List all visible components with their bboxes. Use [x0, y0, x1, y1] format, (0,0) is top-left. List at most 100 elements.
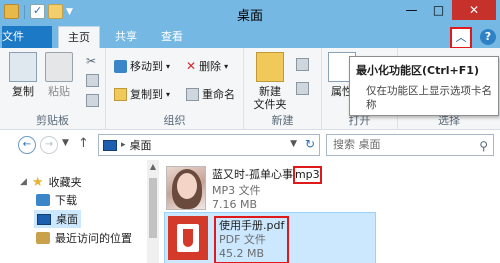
- search-icon[interactable]: ⚲: [479, 136, 488, 156]
- file-type: PDF 文件: [219, 233, 266, 246]
- title-bar: ▼ 桌面 — □ ✕: [0, 0, 500, 26]
- back-button[interactable]: ←: [18, 136, 36, 154]
- forward-button[interactable]: →: [40, 136, 58, 154]
- new-group: 新建 文件夹 新建: [244, 48, 322, 130]
- file-name: 蓝又时-孤单心事 mp3: [212, 166, 322, 184]
- tooltip-body: 仅在功能区上显示选项卡名称: [366, 85, 492, 111]
- file-name: 使用手册.pdf: [219, 219, 285, 232]
- copy-icon: [9, 52, 37, 82]
- new-group-label: 新建: [271, 114, 294, 127]
- arrow-right-icon: →: [44, 139, 54, 150]
- file-list: 蓝又时-孤单心事 mp3 MP3 文件 7.16 MB 使用手册.pdf PDF …: [162, 160, 500, 263]
- help-icon[interactable]: ?: [480, 29, 496, 45]
- new-item-icon: [296, 58, 309, 71]
- up-button[interactable]: ↑: [78, 136, 89, 151]
- desktop-icon: [37, 213, 51, 225]
- maximize-button[interactable]: □: [425, 0, 452, 20]
- nav-scrollbar[interactable]: ▲: [147, 160, 159, 263]
- chevron-up-icon: ︿: [455, 31, 467, 44]
- pdf-icon: [168, 216, 208, 260]
- chevron-down-icon: ▾: [224, 61, 229, 71]
- ribbon-tabs: 文件 主页 共享 查看 ︿ ?: [0, 26, 500, 49]
- paste-button[interactable]: 粘贴: [42, 52, 76, 98]
- file-size: 45.2 MB: [219, 247, 265, 260]
- search-placeholder: 搜索 桌面: [333, 138, 381, 151]
- rename-button[interactable]: 重命名: [186, 86, 235, 102]
- file-type: MP3 文件: [212, 184, 261, 197]
- copy-path-button[interactable]: [86, 74, 99, 87]
- file-name-prefix: 蓝又时-孤单心事: [212, 168, 293, 181]
- refresh-icon[interactable]: ↻: [305, 137, 315, 151]
- nav-item-recent[interactable]: 最近访问的位置: [36, 230, 132, 246]
- copy-button[interactable]: 复制: [6, 52, 40, 98]
- file-size: 7.16 MB: [212, 198, 258, 211]
- easy-access-icon: [296, 82, 309, 95]
- clipboard-group: 复制 粘贴 ✂ 剪贴板: [0, 48, 106, 130]
- nav-item-downloads[interactable]: 下载: [36, 192, 77, 208]
- minimize-button[interactable]: —: [398, 0, 425, 20]
- recent-places-icon: [36, 232, 50, 244]
- new-folder-label-line2: 文件夹: [253, 98, 287, 111]
- delete-label: 删除: [199, 60, 222, 73]
- tab-view[interactable]: 查看: [152, 26, 192, 48]
- nav-item-label: 最近访问的位置: [55, 232, 132, 245]
- nav-item-label: 收藏夹: [48, 176, 82, 189]
- copy-label: 复制: [12, 85, 34, 98]
- breadcrumb-desktop[interactable]: 桌面: [130, 137, 152, 153]
- nav-item-desktop[interactable]: 桌面: [34, 210, 81, 228]
- breadcrumb-separator: ▸: [121, 140, 126, 150]
- move-to-button[interactable]: 移动到 ▾: [114, 58, 170, 74]
- cut-button[interactable]: ✂: [86, 54, 96, 68]
- close-button[interactable]: ✕: [452, 0, 496, 20]
- navigation-pane: ◢ ★ 收藏夹 下载 桌面 最近访问的位置: [0, 160, 162, 263]
- delete-icon: ✕: [186, 59, 197, 73]
- organize-group-label: 组织: [163, 114, 186, 127]
- tab-file[interactable]: 文件: [2, 26, 52, 48]
- minimize-ribbon-button[interactable]: ︿: [450, 27, 472, 49]
- arrow-left-icon: ←: [22, 139, 32, 150]
- copy-to-label: 复制到: [130, 88, 163, 101]
- move-to-icon: [114, 59, 127, 73]
- organize-group: 移动到 ▾ 复制到 ▾ ✕ 删除 ▾ 重命名 组织: [106, 48, 244, 130]
- scroll-thumb[interactable]: [149, 178, 157, 238]
- recent-locations-button[interactable]: ▼: [62, 138, 69, 148]
- list-item-selected[interactable]: 使用手册.pdf PDF 文件 45.2 MB: [164, 212, 376, 263]
- new-folder-button[interactable]: 新建 文件夹: [250, 52, 290, 111]
- tab-home[interactable]: 主页: [58, 26, 100, 48]
- paste-label: 粘贴: [48, 85, 70, 98]
- address-dropdown-icon[interactable]: ▼: [290, 139, 297, 149]
- move-to-label: 移动到: [130, 60, 163, 73]
- scissors-icon: ✂: [86, 54, 97, 68]
- delete-button[interactable]: ✕ 删除 ▾: [186, 58, 228, 74]
- tab-share[interactable]: 共享: [106, 26, 146, 48]
- tooltip-title: 最小化功能区(Ctrl+F1): [356, 64, 479, 77]
- minimize-ribbon-tooltip: 最小化功能区(Ctrl+F1) 仅在功能区上显示选项卡名称: [349, 56, 499, 116]
- list-item[interactable]: 蓝又时-孤单心事 mp3 MP3 文件 7.16 MB: [166, 166, 322, 212]
- expander-icon[interactable]: ◢: [20, 177, 27, 187]
- easy-access-button[interactable]: [296, 82, 309, 95]
- paste-shortcut-button[interactable]: [86, 94, 99, 107]
- paste-icon: [45, 52, 73, 82]
- address-row: ← → ▼ ↑ ▸ 桌面 ▼ ↻ 搜索 桌面 ⚲: [0, 130, 500, 160]
- new-folder-icon: [256, 52, 284, 82]
- desktop-icon: [103, 139, 117, 151]
- address-bar[interactable]: ▸ 桌面 ▼ ↻: [98, 134, 320, 156]
- download-icon: [36, 194, 50, 206]
- file-extension-highlight: mp3: [292, 166, 322, 184]
- clipboard-group-label: 剪贴板: [36, 114, 69, 127]
- star-icon: ★: [31, 174, 44, 190]
- file-info-highlight: 使用手册.pdf PDF 文件 45.2 MB: [214, 216, 290, 263]
- search-input[interactable]: 搜索 桌面 ⚲: [326, 134, 494, 156]
- chevron-down-icon: ▾: [166, 61, 171, 71]
- copy-to-button[interactable]: 复制到 ▾: [114, 86, 170, 102]
- chevron-down-icon: ▾: [166, 89, 171, 99]
- scroll-up-icon[interactable]: ▲: [147, 160, 159, 174]
- new-item-button[interactable]: [296, 58, 309, 71]
- rename-label: 重命名: [202, 88, 235, 101]
- nav-item-favorites[interactable]: ◢ ★ 收藏夹: [20, 174, 82, 190]
- nav-item-label: 下载: [55, 194, 77, 207]
- album-art-thumbnail: [166, 166, 206, 210]
- paste-shortcut-icon: [86, 94, 99, 107]
- copy-path-icon: [86, 74, 99, 87]
- new-folder-label-line1: 新建: [259, 85, 281, 98]
